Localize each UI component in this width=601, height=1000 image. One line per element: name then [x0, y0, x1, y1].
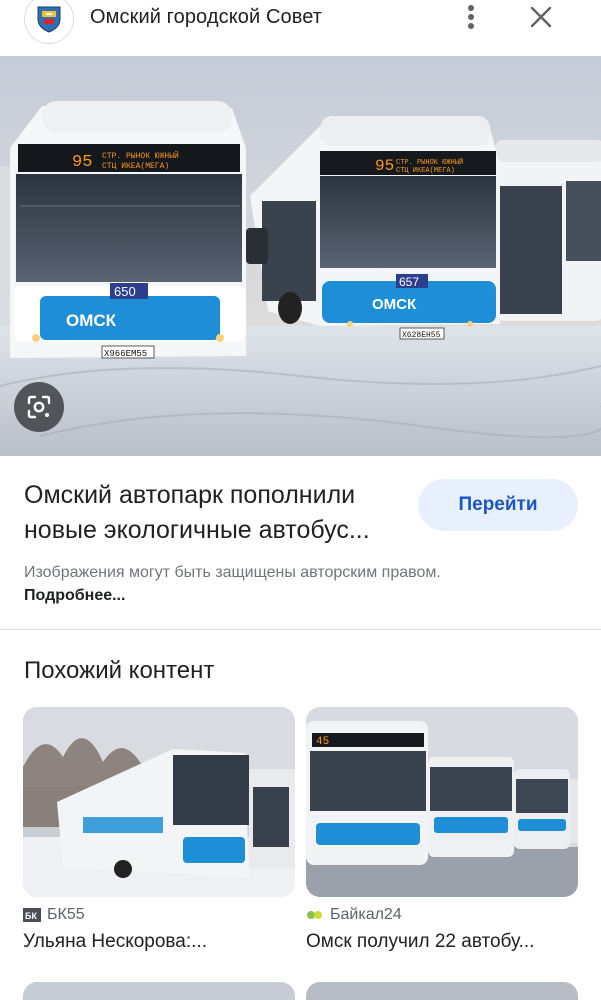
bus-center-destination: СТР. РЫНОК ЮЖНЫЙ: [396, 157, 463, 167]
visit-button[interactable]: Перейти: [418, 479, 578, 531]
close-button[interactable]: [526, 2, 556, 32]
bus-center-route: 95: [375, 157, 394, 175]
bus-center-destination-2: СТЦ ИКЕА(МЕГА): [396, 167, 455, 175]
related-card-1[interactable]: БК БК55 Ульяна Нескорова:...: [23, 707, 295, 953]
learn-more-link[interactable]: Подробнее...: [24, 587, 125, 604]
related-source-2: Байкал24: [306, 905, 578, 925]
google-lens-icon: [27, 395, 51, 419]
copyright-text: Изображения могут быть защищены авторски…: [24, 564, 441, 581]
bus-thumbnail-2: 45: [306, 707, 578, 897]
image-title-line-2: новые экологичные автобус...: [24, 516, 370, 544]
bus-thumbnail-1: [23, 707, 295, 897]
bus-left-destination: СТР. РЫНОК ЮЖНЫЙ: [102, 151, 179, 161]
bus-left-route: 95: [72, 153, 92, 172]
buses-photo: 95 СТР. РЫНОК ЮЖНЫЙ СТЦ ИКЕА(МЕГА) ОМСК …: [0, 56, 601, 456]
site-title[interactable]: Омский городской Совет: [90, 6, 322, 29]
top-bar: Омский городской Совет: [0, 0, 601, 56]
bus-left-fleet-number: 650: [114, 284, 136, 299]
related-source-name-2: Байкал24: [330, 906, 402, 923]
bus-left-plate: Х966ЕМ55: [104, 349, 147, 359]
baikal24-logo-icon: [306, 909, 324, 921]
more-vert-icon: [468, 5, 474, 29]
bus-left: 95 СТР. РЫНОК ЮЖНЫЙ СТЦ ИКЕА(МЕГА) ОМСК …: [0, 101, 268, 359]
bus-center-fleet-number: 657: [399, 275, 419, 289]
copyright-notice: Изображения могут быть защищены авторски…: [24, 561, 444, 607]
related-title-2[interactable]: Омск получил 22 автобу...: [306, 931, 578, 953]
hero-image[interactable]: 95 СТР. РЫНОК ЮЖНЫЙ СТЦ ИКЕА(МЕГА) ОМСК …: [0, 56, 601, 456]
lens-button[interactable]: [14, 382, 64, 432]
related-title-1[interactable]: Ульяна Нескорова:...: [23, 931, 295, 953]
bk55-logo-icon: БК: [23, 908, 41, 922]
site-favicon[interactable]: [24, 0, 74, 44]
bus-center-plate: Х628ЕН55: [402, 331, 441, 340]
divider: [0, 629, 601, 630]
bus-right: [495, 140, 601, 321]
svg-text:БК: БК: [25, 911, 37, 921]
related-thumbnail-1[interactable]: [23, 707, 295, 897]
related-source-name-1: БК55: [47, 906, 85, 923]
related-source-1: БК БК55: [23, 905, 295, 925]
more-options-button[interactable]: [456, 2, 486, 32]
close-icon: [530, 6, 552, 28]
related-section-title: Похожий контент: [24, 657, 215, 684]
bus-left-destination-2: СТЦ ИКЕА(МЕГА): [102, 162, 169, 171]
bus-left-brand: ОМСК: [66, 311, 117, 330]
bus-center-brand: ОМСК: [372, 296, 417, 313]
related-thumbnail-2[interactable]: 45: [306, 707, 578, 897]
image-title[interactable]: Омский автопарк пополнили новые экологич…: [24, 478, 404, 548]
svg-text:45: 45: [316, 736, 329, 748]
related-card-2[interactable]: 45 Байкал24 Омск получил 22 автобу...: [306, 707, 578, 953]
image-title-line-1: Омский автопарк пополнили: [24, 481, 356, 509]
related-card-3-peek[interactable]: [23, 982, 295, 1000]
omsk-coat-of-arms-icon: [37, 6, 61, 33]
related-card-4-peek[interactable]: [306, 982, 578, 1000]
